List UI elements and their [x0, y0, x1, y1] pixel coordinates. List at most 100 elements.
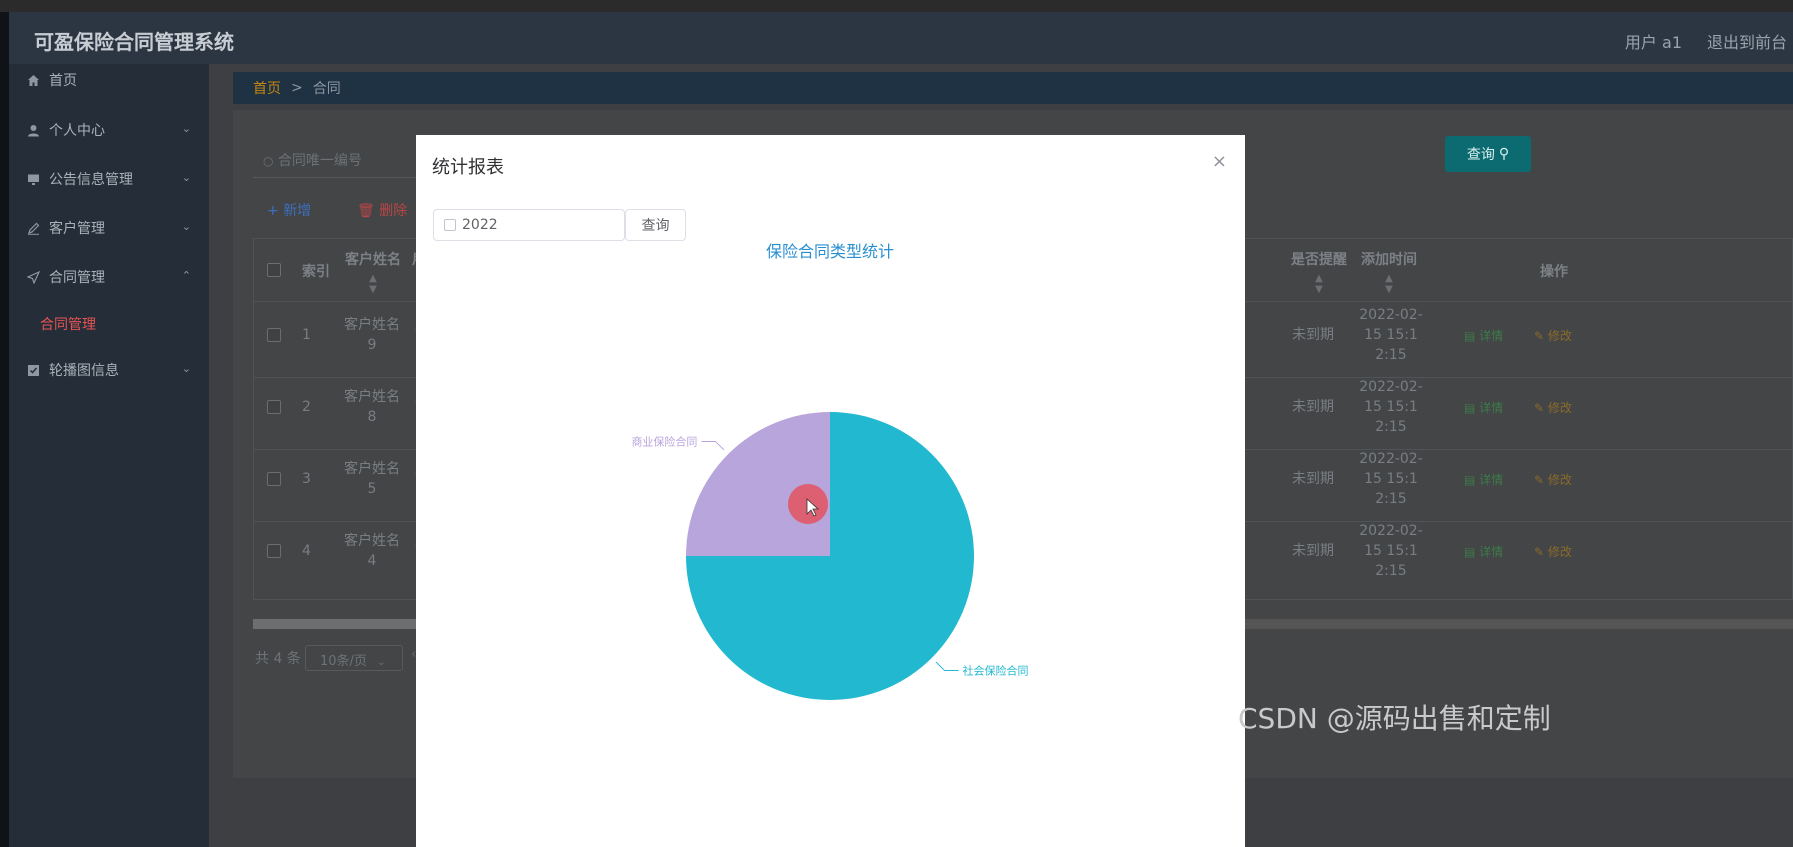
row-checkbox[interactable]: [267, 544, 281, 558]
sort-icon[interactable]: ▲ ▼: [1284, 273, 1354, 295]
cell-added-time: 2022-02-15 15:12:15: [1359, 523, 1423, 579]
cell-customer-name: 客户姓名4: [344, 533, 400, 569]
page-size-select[interactable]: 10条/页 ⌄: [305, 645, 403, 671]
column-header-label: 是否提醒: [1291, 252, 1347, 268]
cell-reminder: 未到期: [1292, 471, 1334, 487]
detail-label: 详情: [1479, 473, 1504, 487]
row-checkbox[interactable]: [267, 328, 281, 342]
cell-customer-name: 客户姓名5: [344, 461, 400, 497]
cell-reminder: 未到期: [1292, 543, 1334, 559]
monitor-icon: [25, 171, 41, 187]
edit-button[interactable]: ✎ 修改: [1534, 327, 1572, 344]
delete-button[interactable]: 🗑 删除: [357, 200, 407, 220]
checkbox-icon: [25, 362, 41, 378]
cell-index: 3: [302, 471, 311, 487]
dialog-title: 统计报表: [432, 157, 504, 178]
chevron-down-icon: ⌄: [181, 220, 191, 233]
pie-slice-label: 商业保险合同: [631, 434, 697, 448]
search-icon: ○: [263, 154, 274, 168]
user-icon: [25, 122, 41, 138]
column-header-customer-name[interactable]: 客户姓名 ▲ ▼: [338, 239, 408, 301]
cell-customer-name: 客户姓名9: [344, 317, 400, 353]
search-button-label: 查询: [1466, 147, 1495, 163]
cell-added-time: 2022-02-15 15:12:15: [1359, 451, 1423, 507]
detail-button[interactable]: ▤ 详情: [1464, 327, 1503, 344]
document-icon: ▤: [1464, 545, 1480, 559]
home-icon: [25, 72, 41, 88]
page-size-value: 10条/页: [320, 654, 367, 669]
edit-button[interactable]: ✎ 修改: [1534, 471, 1572, 488]
calendar-icon: [444, 219, 456, 231]
sidebar-item-label: 首页: [49, 73, 77, 89]
chevron-down-icon: ⌄: [181, 171, 191, 184]
sidebar-item-home[interactable]: 首页: [9, 66, 209, 94]
sidebar-item-customers[interactable]: 客户管理 ⌄: [9, 214, 209, 242]
edit-button[interactable]: ✎ 修改: [1534, 543, 1572, 560]
edit-label: 修改: [1547, 329, 1572, 343]
chevron-down-icon: ⌄: [181, 122, 191, 135]
year-value: 2022: [462, 217, 498, 233]
statistics-report-dialog: 统计报表 × 2022 查询 保险合同类型统计 社会保险合同 商业保险合同: [416, 135, 1245, 847]
add-button[interactable]: + 新增: [267, 200, 311, 220]
pen-icon: [25, 220, 41, 236]
user-label: 用户 a1: [1624, 33, 1682, 52]
sidebar-item-label: 个人中心: [49, 123, 105, 139]
cell-customer-name: 客户姓名8: [344, 389, 400, 425]
detail-label: 详情: [1479, 401, 1504, 415]
sort-icon[interactable]: ▲ ▼: [338, 273, 408, 295]
chevron-down-icon: ⌄: [181, 362, 191, 375]
search-icon: ⚲: [1498, 146, 1510, 162]
cell-reminder: 未到期: [1292, 399, 1334, 415]
sidebar-item-personal-center[interactable]: 个人中心 ⌄: [9, 116, 209, 144]
exit-to-frontend-link[interactable]: 退出到前台: [1707, 29, 1787, 53]
detail-button[interactable]: ▤ 详情: [1464, 543, 1503, 560]
plus-icon: +: [267, 203, 284, 219]
column-header-added-time[interactable]: 添加时间 ▲ ▼: [1354, 239, 1424, 301]
sidebar-item-label: 合同管理: [49, 270, 105, 286]
sidebar-item-contracts[interactable]: 合同管理 ⌃: [9, 263, 209, 291]
pagination-total: 共 4 条: [255, 651, 301, 667]
add-button-label: 新增: [283, 203, 312, 219]
document-icon: ▤: [1464, 473, 1480, 487]
document-icon: ▤: [1464, 401, 1480, 415]
close-icon[interactable]: ×: [1212, 151, 1227, 172]
column-header-label: 添加时间: [1361, 252, 1417, 268]
pie-slice[interactable]: [686, 412, 830, 556]
cell-reminder: 未到期: [1292, 327, 1334, 343]
document-icon: ▤: [1464, 329, 1480, 343]
pencil-icon: ✎: [1534, 473, 1548, 487]
column-header-label: 客户姓名: [345, 252, 401, 268]
sidebar-item-label: 轮播图信息: [49, 363, 119, 379]
cell-index: 2: [302, 399, 311, 415]
pie-label-line: [701, 440, 725, 451]
sidebar-subitem-contract-management[interactable]: 合同管理: [40, 314, 96, 334]
delete-button-label: 删除: [379, 203, 408, 219]
search-button[interactable]: 查询 ⚲: [1445, 136, 1531, 172]
sort-icon[interactable]: ▲ ▼: [1354, 273, 1424, 295]
click-indicator: [788, 484, 828, 524]
contract-type-pie-chart: 保险合同类型统计 社会保险合同 商业保险合同: [631, 242, 1029, 700]
send-icon: [25, 269, 41, 285]
search-placeholder: 合同唯一编号: [277, 153, 362, 169]
cell-added-time: 2022-02-15 15:12:15: [1359, 379, 1423, 435]
pie-slice-label: 社会保险合同: [963, 664, 1029, 678]
scrollbar-thumb[interactable]: [253, 619, 443, 629]
sidebar-item-announcements[interactable]: 公告信息管理 ⌄: [9, 165, 209, 193]
column-header-reminder[interactable]: 是否提醒 ▲ ▼: [1284, 239, 1354, 301]
detail-label: 详情: [1479, 329, 1504, 343]
edit-button[interactable]: ✎ 修改: [1534, 399, 1572, 416]
watermark: CSDN @源码出售和定制: [1238, 702, 1551, 735]
row-checkbox[interactable]: [267, 400, 281, 414]
column-header-index: 索引: [302, 264, 330, 280]
select-all-checkbox[interactable]: [267, 263, 281, 277]
detail-button[interactable]: ▤ 详情: [1464, 399, 1503, 416]
detail-label: 详情: [1479, 545, 1504, 559]
row-checkbox[interactable]: [267, 472, 281, 486]
chevron-down-icon: ⌄: [377, 657, 386, 668]
edit-label: 修改: [1547, 401, 1572, 415]
breadcrumb-home[interactable]: 首页: [253, 78, 281, 98]
sidebar-item-carousel[interactable]: 轮播图信息 ⌄: [9, 356, 209, 384]
sidebar-item-label: 客户管理: [49, 221, 105, 237]
app-title: 可盈保险合同管理系统: [34, 30, 234, 54]
detail-button[interactable]: ▤ 详情: [1464, 471, 1503, 488]
